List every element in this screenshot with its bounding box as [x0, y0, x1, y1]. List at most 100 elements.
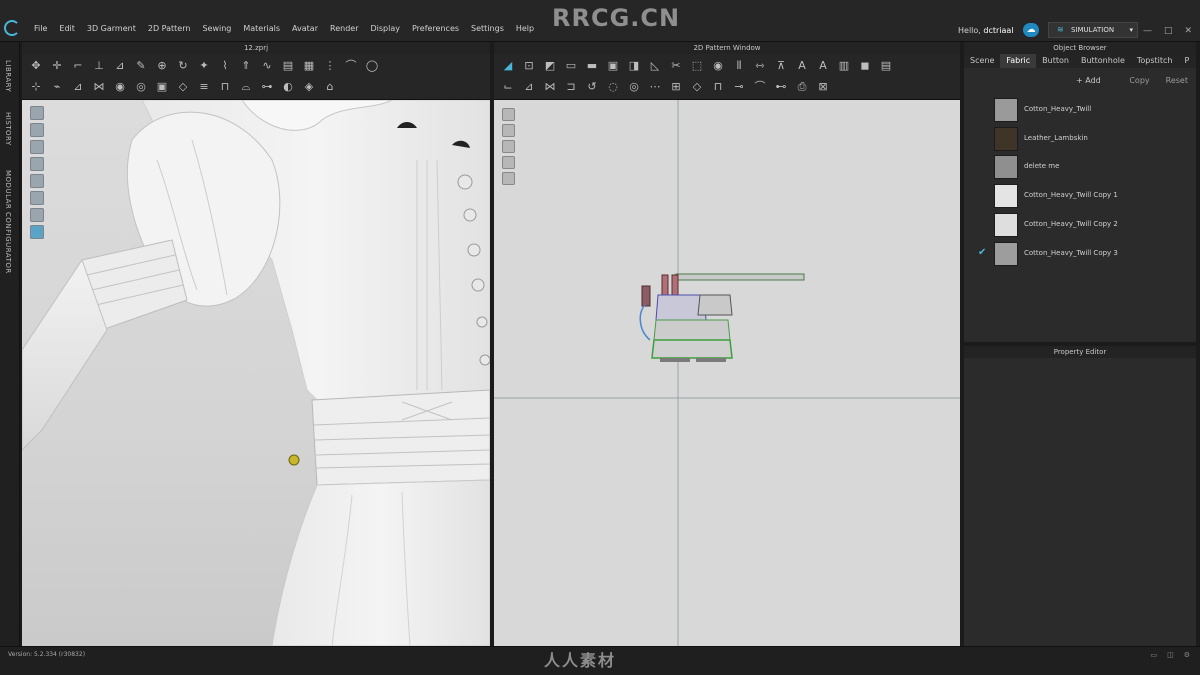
seam-allowance-icon[interactable]: ⌙	[500, 80, 516, 94]
free-sew-icon[interactable]: ⋈	[542, 80, 558, 94]
lasso-icon[interactable]: ◯	[364, 59, 380, 73]
fabric-item[interactable]: ✔ Cotton_Heavy_Twill Copy 3	[964, 240, 1196, 268]
menu-avatar[interactable]: Avatar	[286, 24, 324, 33]
render-icon[interactable]: ◈	[301, 80, 317, 94]
tab-library[interactable]: LIBRARY	[4, 60, 12, 92]
tab-buttonhole[interactable]: Buttonhole	[1075, 54, 1131, 68]
avatar-measure-icon[interactable]: ⊹	[28, 80, 44, 94]
menu-display[interactable]: Display	[364, 24, 406, 33]
menu-help[interactable]: Help	[510, 24, 540, 33]
segment-sew-icon[interactable]: ⊼	[773, 59, 789, 73]
tab-more[interactable]: P	[1179, 54, 1196, 68]
tab-fabric[interactable]: Fabric	[1000, 54, 1037, 68]
fabric-icon[interactable]: ▤	[280, 59, 296, 73]
texture-display-icon[interactable]	[30, 140, 44, 154]
expand-icon[interactable]: ⊠	[815, 80, 831, 94]
tab-topstitch[interactable]: Topstitch	[1131, 54, 1179, 68]
internal-polygon-icon[interactable]: ◨	[626, 59, 642, 73]
cut-icon[interactable]: ✂	[668, 59, 684, 73]
ruler-icon[interactable]: ⊸	[731, 80, 747, 94]
fabric-item[interactable]: Cotton_Heavy_Twill	[964, 96, 1196, 124]
grain-icon[interactable]: ⇿	[752, 59, 768, 73]
sew-icon[interactable]: ⊿	[70, 80, 86, 94]
edit-pattern-icon[interactable]: ◢	[500, 59, 516, 73]
fabric-item[interactable]: Cotton_Heavy_Twill Copy 1	[964, 182, 1196, 210]
garment-display-icon[interactable]	[30, 123, 44, 137]
menu-preferences[interactable]: Preferences	[406, 24, 465, 33]
menu-file[interactable]: File	[28, 24, 53, 33]
avatar-display-icon[interactable]	[30, 106, 44, 120]
arrange-icon[interactable]: ✦	[196, 59, 212, 73]
rotate-icon[interactable]: ↻	[175, 59, 191, 73]
menu-edit[interactable]: Edit	[53, 24, 81, 33]
stitch-icon[interactable]: ⋈	[91, 80, 107, 94]
zipper-icon[interactable]: ⋮	[322, 59, 338, 73]
maximize-icon[interactable]: □	[1164, 26, 1173, 36]
menu-2d-pattern[interactable]: 2D Pattern	[142, 24, 197, 33]
symmetry-display-icon[interactable]	[502, 172, 515, 185]
elastic-icon[interactable]: ⊶	[259, 80, 275, 94]
menu-settings[interactable]: Settings	[465, 24, 510, 33]
menu-render[interactable]: Render	[324, 24, 364, 33]
settings-icon[interactable]: ⚙	[1184, 651, 1190, 659]
texture-2d-display-icon[interactable]	[502, 156, 515, 169]
menu-3d-garment[interactable]: 3D Garment	[81, 24, 142, 33]
pin-icon[interactable]: ⊥	[91, 59, 107, 73]
brush-icon[interactable]: ⌇	[217, 59, 233, 73]
fabric-item[interactable]: delete me	[964, 153, 1196, 181]
text-tool-icon[interactable]: A	[815, 59, 831, 73]
dart-icon[interactable]: ◺	[647, 59, 663, 73]
stitch-display-icon[interactable]	[30, 225, 44, 239]
fold-arrange-icon[interactable]: ⬚	[689, 59, 705, 73]
grid-display-icon[interactable]	[502, 124, 515, 137]
viewport-3d[interactable]	[22, 100, 490, 646]
lift-icon[interactable]: ⇑	[238, 59, 254, 73]
measure-2d-icon[interactable]: ⊓	[710, 80, 726, 94]
graphic-icon[interactable]: ▣	[154, 80, 170, 94]
viewport-2d[interactable]	[494, 100, 960, 646]
transform-icon[interactable]: ✛	[49, 59, 65, 73]
fill-icon[interactable]: ◼	[857, 59, 873, 73]
measure-icon[interactable]: ⊿	[112, 59, 128, 73]
tab-history[interactable]: HISTORY	[4, 112, 12, 146]
buttonhole-2d-icon[interactable]: ◎	[626, 80, 642, 94]
tab-modular-configurator[interactable]: MODULAR CONFIGURATOR	[4, 170, 12, 274]
sewing-display-icon[interactable]	[502, 140, 515, 153]
length-icon[interactable]: ⊷	[773, 80, 789, 94]
cloud-icon[interactable]: ☁	[1023, 23, 1039, 37]
internal-rect-icon[interactable]: ▣	[605, 59, 621, 73]
layout-icon[interactable]: ▭	[1150, 651, 1157, 659]
trim-2d-icon[interactable]: ◇	[689, 80, 705, 94]
buttonhole-icon[interactable]: ◎	[133, 80, 149, 94]
pressure-map-icon[interactable]	[30, 191, 44, 205]
polygon-icon[interactable]: ▬	[584, 59, 600, 73]
print-icon[interactable]: ⎙	[794, 80, 810, 94]
tab-scene[interactable]: Scene	[964, 54, 1000, 68]
button-2d-icon[interactable]: ◌	[605, 80, 621, 94]
add-button[interactable]: + Add	[1076, 76, 1101, 90]
copy-button[interactable]: Copy	[1129, 76, 1149, 90]
topstitch-2d-icon[interactable]: ⋯	[647, 80, 663, 94]
puckering-icon[interactable]: ⌓	[238, 80, 254, 94]
view-icon[interactable]: ⌂	[322, 80, 338, 94]
simulation-button[interactable]: ≋ SIMULATION ▾	[1048, 22, 1138, 38]
smooth-icon[interactable]: ∿	[259, 59, 275, 73]
pattern-display-icon[interactable]	[502, 108, 515, 121]
grid-icon[interactable]: ▥	[836, 59, 852, 73]
segment-check-icon[interactable]: ⊐	[563, 80, 579, 94]
strap-icon[interactable]: ⊓	[217, 80, 233, 94]
fabric-item[interactable]: Cotton_Heavy_Twill Copy 2	[964, 211, 1196, 239]
topstitch-icon[interactable]: ⌒	[343, 59, 359, 73]
pen-icon[interactable]: ✎	[133, 59, 149, 73]
camera-icon[interactable]: ◐	[280, 80, 296, 94]
minimize-icon[interactable]: —	[1143, 26, 1152, 36]
strain-map-icon[interactable]	[30, 174, 44, 188]
fitting-display-icon[interactable]	[30, 157, 44, 171]
annotation-icon[interactable]: A	[794, 59, 810, 73]
pleat-icon[interactable]: ≡	[196, 80, 212, 94]
tack-icon[interactable]: ⊕	[154, 59, 170, 73]
fold-icon[interactable]: ⌐	[70, 59, 86, 73]
trim-icon[interactable]: ◇	[175, 80, 191, 94]
button-tool-icon[interactable]: ◉	[112, 80, 128, 94]
transform-pattern-icon[interactable]: ⊡	[521, 59, 537, 73]
